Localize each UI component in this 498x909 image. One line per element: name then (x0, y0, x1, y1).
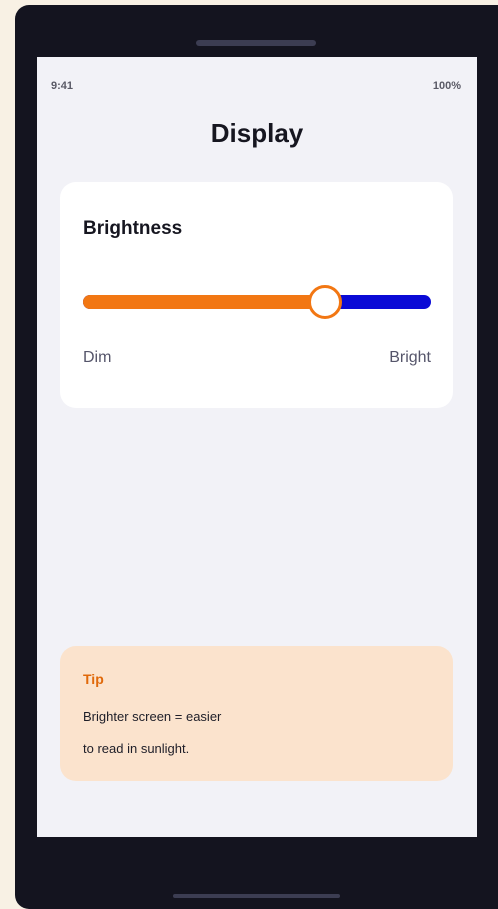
phone-frame: 9:41 100% Display Brightness Dim Bright … (15, 5, 498, 909)
status-battery: 100% (432, 80, 461, 92)
slider-fill (83, 295, 325, 309)
tip-card: Tip Brighter screen = easier to read in … (60, 646, 453, 781)
dim-label: Dim (83, 349, 112, 366)
status-time: 9:41 (51, 80, 74, 92)
slider-thumb[interactable] (307, 285, 342, 319)
brightness-slider[interactable] (83, 285, 431, 319)
page-title: Display (210, 118, 304, 148)
home-indicator[interactable] (173, 894, 340, 898)
tip-title: Tip (83, 671, 104, 687)
brightness-card: Brightness Dim Bright (60, 182, 453, 408)
brightness-title: Brightness (83, 218, 183, 239)
screen: 9:41 100% Display Brightness Dim Bright … (37, 57, 477, 837)
tip-text-line-1: Brighter screen = easier (83, 709, 222, 724)
speaker-grille (196, 40, 316, 46)
bright-label: Bright (389, 349, 431, 366)
tip-text-line-2: to read in sunlight. (83, 741, 190, 756)
